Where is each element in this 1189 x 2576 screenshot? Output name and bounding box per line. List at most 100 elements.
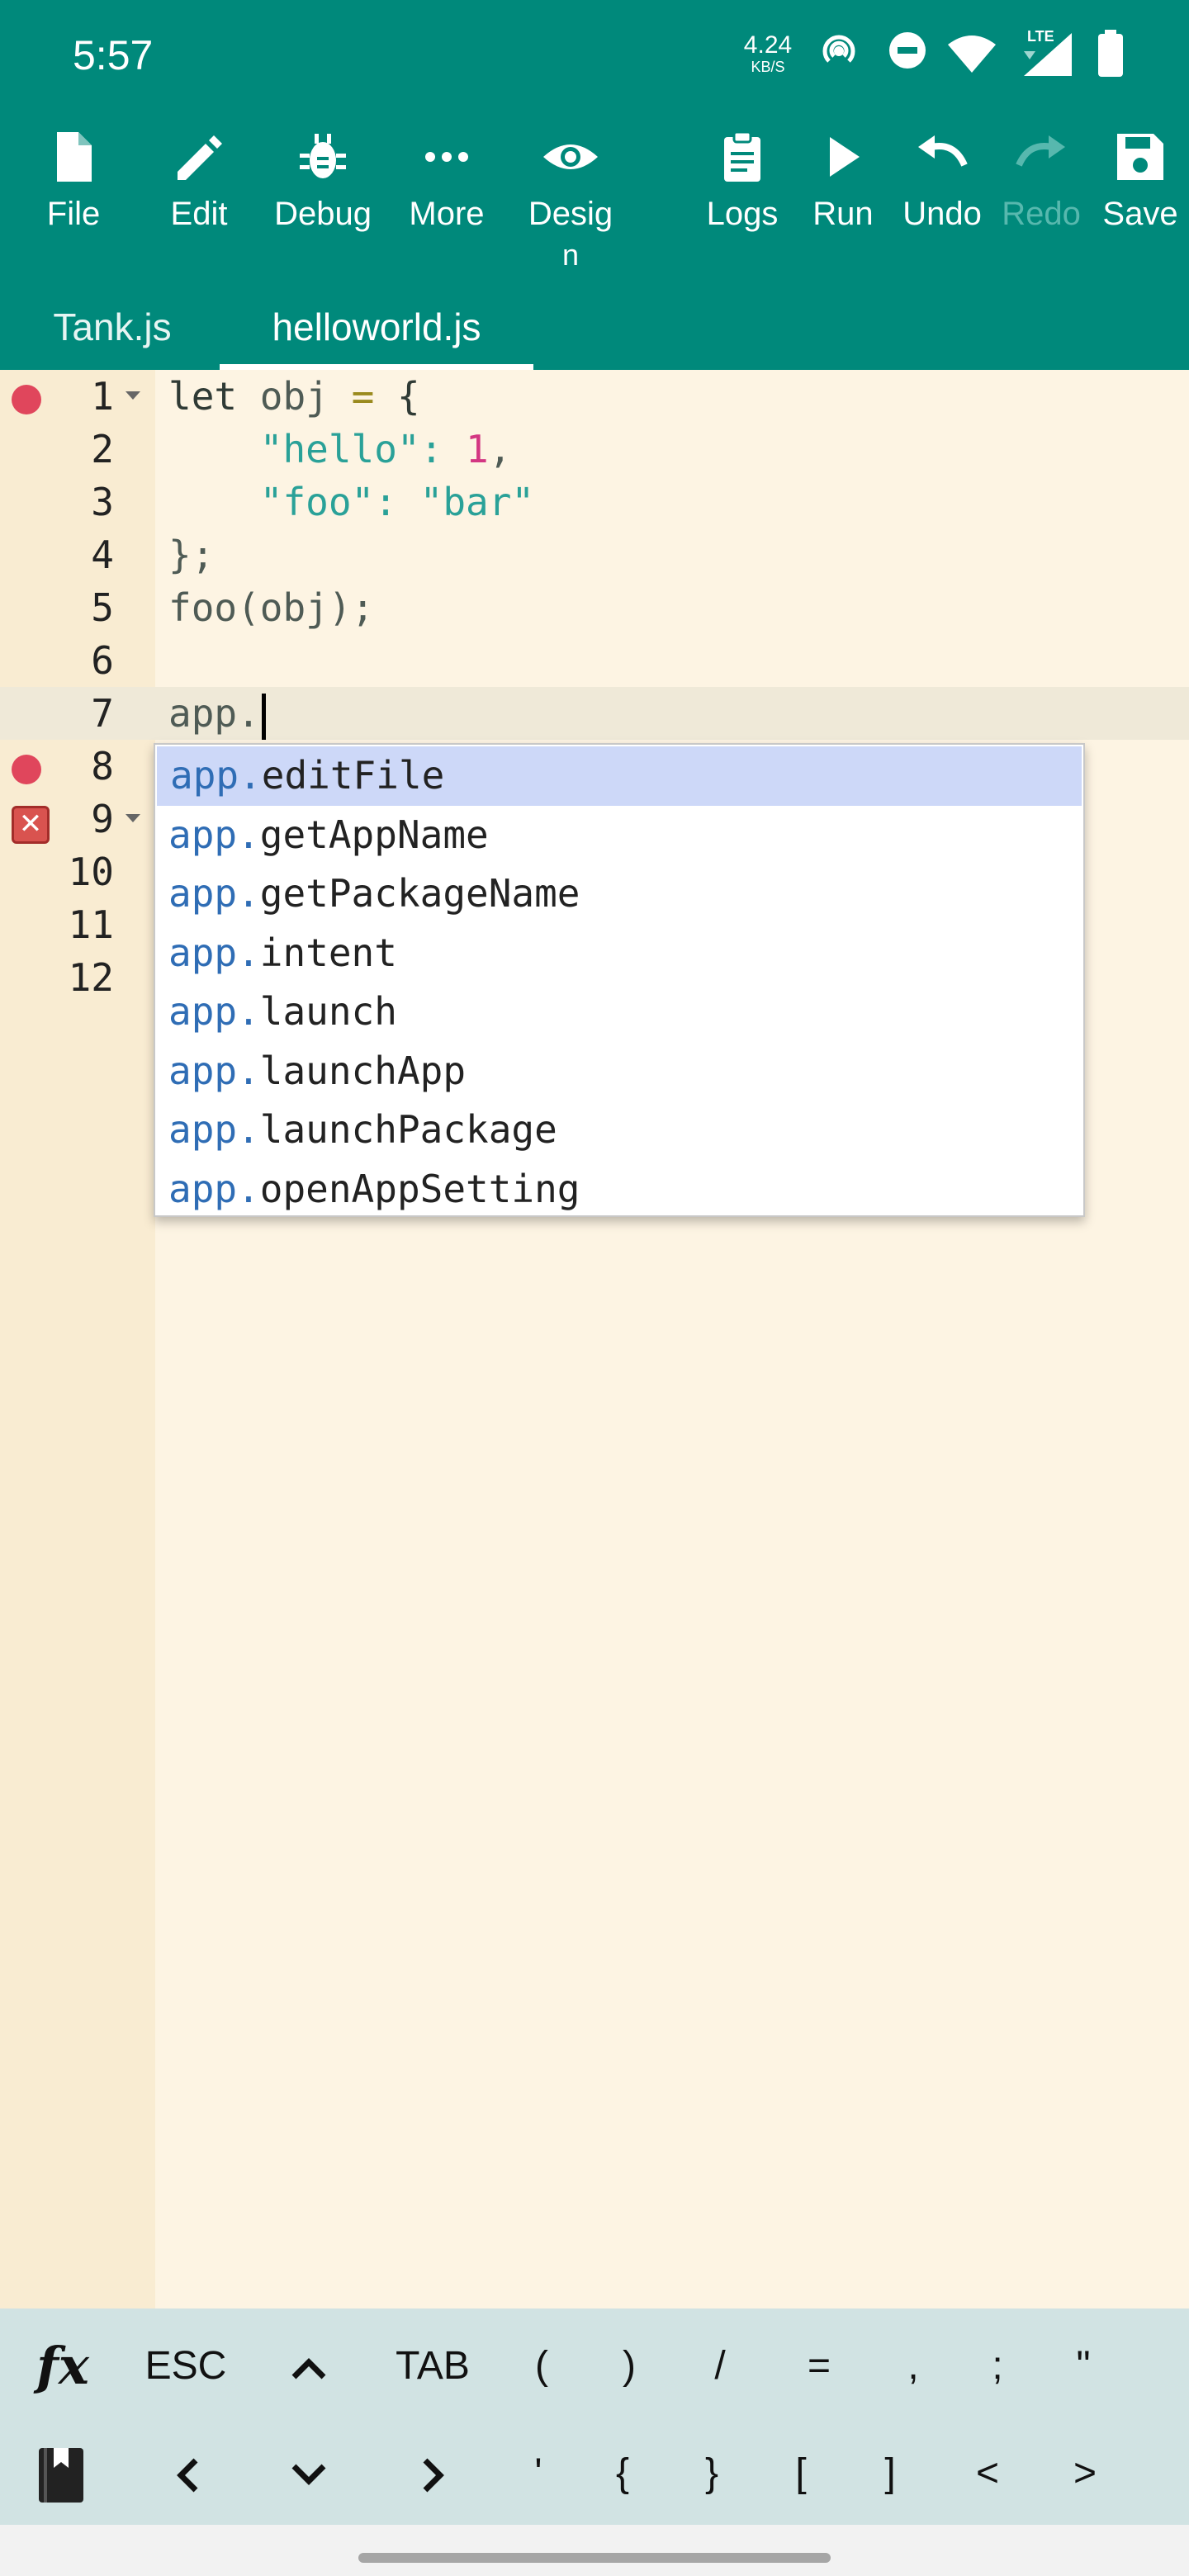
code-keyword: let	[168, 374, 238, 419]
autocomplete-label: launchPackage	[259, 1107, 557, 1152]
code-typed-text: app.	[168, 691, 260, 736]
autocomplete-label: launch	[259, 989, 397, 1034]
redo-button[interactable]: Redo	[988, 130, 1095, 287]
save-icon	[1117, 134, 1163, 180]
autocomplete-label: openAppSetting	[259, 1166, 580, 1211]
open-brace-key[interactable]: {	[591, 2424, 654, 2523]
semicolon-key[interactable]: ;	[966, 2317, 1029, 2416]
home-gesture-handle[interactable]	[358, 2553, 831, 2563]
tab-key[interactable]: TAB	[377, 2317, 489, 2416]
down-arrow-key[interactable]	[276, 2424, 342, 2523]
autocomplete-item-getpackagename[interactable]: app.getPackageName	[155, 864, 1083, 924]
play-icon	[830, 137, 860, 177]
autocomplete-item-getappname[interactable]: app.getAppName	[155, 806, 1083, 865]
line-number: 9	[91, 797, 114, 841]
code-text: "hello": 1,	[168, 423, 512, 476]
code-editor[interactable]: 1 let obj = { 2 "hello": 1, 3 "foo": "ba…	[0, 370, 1189, 2308]
autocomplete-prefix: app.	[168, 1107, 260, 1152]
logs-button[interactable]: Logs	[689, 130, 796, 287]
fold-arrow-icon[interactable]	[126, 814, 140, 822]
line-number: 11	[68, 902, 114, 947]
save-button[interactable]: Save	[1087, 130, 1189, 287]
network-speed-value: 4.24	[743, 31, 793, 59]
autocomplete-item-openappsetting[interactable]: app.openAppSetting	[155, 1160, 1083, 1219]
file-button[interactable]: File	[20, 130, 127, 287]
design-label-line1: Desig	[528, 196, 613, 232]
status-bar: 5:57 4.24 KB/S LTE	[0, 0, 1189, 116]
chevron-up-icon	[291, 2358, 326, 2379]
autocomplete-label: editFile	[261, 753, 445, 798]
autocomplete-label: launchApp	[259, 1048, 467, 1093]
code-colon: :	[419, 427, 467, 471]
code-string: "foo"	[259, 480, 375, 524]
tab-tank-js[interactable]: Tank.js	[33, 289, 192, 370]
autocomplete-item-editfile[interactable]: app.editFile	[157, 746, 1082, 806]
less-than-key[interactable]: <	[956, 2424, 1019, 2523]
autocomplete-label: getAppName	[259, 812, 489, 857]
design-button[interactable]: Desig n	[517, 130, 624, 287]
edit-button[interactable]: Edit	[145, 130, 253, 287]
close-brace-key[interactable]: }	[680, 2424, 743, 2523]
undo-icon	[918, 135, 968, 167]
left-arrow-key[interactable]	[154, 2424, 220, 2523]
hotspot-icon	[822, 35, 855, 63]
line-number: 6	[91, 638, 114, 683]
book-icon	[39, 2448, 83, 2503]
code-brace: {	[374, 374, 420, 419]
code-text: };	[168, 533, 215, 577]
text-cursor	[261, 693, 266, 740]
autocomplete-item-launchpackage[interactable]: app.launchPackage	[155, 1101, 1083, 1160]
more-button[interactable]: More	[393, 130, 500, 287]
code-line: 3 "foo": "bar"	[0, 476, 1189, 528]
tab-helloworld-js[interactable]: helloworld.js	[220, 289, 533, 370]
code-line: 1 let obj = {	[0, 370, 1189, 423]
more-horizontal-icon	[425, 152, 468, 162]
close-bracket-key[interactable]: ]	[859, 2424, 921, 2523]
design-label: Desig n	[517, 192, 624, 274]
debug-button[interactable]: Debug	[269, 130, 377, 287]
autocomplete-item-launchapp[interactable]: app.launchApp	[155, 1042, 1083, 1101]
double-quote-key[interactable]: "	[1052, 2317, 1115, 2416]
greater-than-key[interactable]: >	[1054, 2424, 1116, 2523]
file-label: File	[46, 196, 101, 232]
comma-key[interactable]: ,	[882, 2317, 945, 2416]
autocomplete-item-intent[interactable]: app.intent	[155, 924, 1083, 983]
pencil-icon	[178, 135, 222, 180]
navigation-bar	[0, 2525, 1189, 2576]
save-label: Save	[1102, 196, 1178, 232]
right-arrow-key[interactable]	[401, 2424, 467, 2523]
line-number: 3	[91, 480, 114, 524]
autocomplete-item-launch[interactable]: app.launch	[155, 983, 1083, 1042]
line-number: 12	[68, 955, 114, 1000]
fold-arrow-icon[interactable]	[126, 391, 140, 400]
single-quote-key[interactable]: '	[507, 2424, 570, 2523]
code-string: "bar"	[419, 480, 535, 524]
open-bracket-key[interactable]: [	[770, 2424, 832, 2523]
slash-key[interactable]: /	[689, 2317, 751, 2416]
status-time: 5:57	[73, 32, 154, 78]
code-variable: obj	[237, 374, 352, 419]
line-number: 7	[91, 691, 114, 736]
code-text: let obj = {	[168, 370, 420, 423]
autocomplete-prefix: app.	[168, 989, 260, 1034]
redo-label: Redo	[1002, 196, 1081, 232]
caret-up-key[interactable]	[276, 2317, 342, 2416]
run-button[interactable]: Run	[789, 130, 897, 287]
autocomplete-prefix: app.	[168, 871, 260, 916]
snippets-key[interactable]	[28, 2424, 94, 2523]
code-line: 4 };	[0, 528, 1189, 581]
autocomplete-prefix: app.	[168, 930, 260, 975]
autocomplete-prefix: app.	[168, 812, 260, 857]
code-string: "hello"	[259, 427, 420, 471]
close-paren-key[interactable]: )	[598, 2317, 661, 2416]
open-paren-key[interactable]: (	[510, 2317, 573, 2416]
autocomplete-prefix: app.	[168, 1166, 260, 1211]
code-operator: =	[351, 374, 375, 419]
code-comma: ,	[488, 427, 512, 471]
fx-key[interactable]: fx	[21, 2317, 104, 2416]
esc-key[interactable]: ESC	[132, 2317, 239, 2416]
edit-label: Edit	[170, 196, 228, 232]
equals-key[interactable]: =	[788, 2317, 850, 2416]
do-not-disturb-icon	[889, 32, 926, 69]
undo-button[interactable]: Undo	[888, 130, 996, 287]
